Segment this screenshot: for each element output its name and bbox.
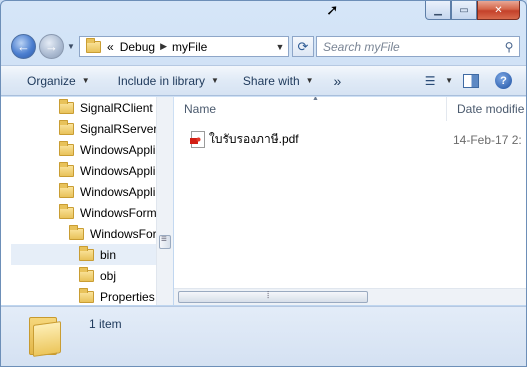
tree-item-label: WindowsAppli — [80, 184, 156, 199]
tree-item[interactable]: SignalRServer — [59, 118, 157, 139]
tree-item-label: Properties — [100, 289, 155, 304]
address-bar[interactable]: « Debug ▶ myFile ▼ — [79, 36, 289, 57]
refresh-icon[interactable]: ⟳ — [292, 36, 314, 57]
column-header-date[interactable]: Date modifie — [447, 97, 526, 121]
address-overflow[interactable]: « — [107, 40, 114, 54]
folder-icon — [59, 98, 74, 114]
file-name: ใบรับรองภาษี.pdf — [209, 131, 299, 146]
folder-icon — [59, 140, 74, 156]
preview-pane-icon[interactable] — [463, 73, 479, 88]
address-dropdown-icon[interactable]: ▼ — [272, 42, 288, 52]
tree-item-label: bin — [100, 247, 117, 262]
more-commands-label: » — [333, 72, 342, 89]
file-date-modified: 14-Feb-17 2: — [453, 133, 522, 147]
maximize-button[interactable]: ▭ — [451, 1, 477, 20]
tree-item[interactable]: obj — [79, 265, 116, 286]
column-header-date-label: Date modifie — [457, 102, 525, 116]
column-header-name[interactable]: ▲ Name — [174, 97, 447, 121]
column-header-name-label: Name — [184, 102, 217, 116]
more-commands-button[interactable]: » — [324, 73, 352, 89]
folder-icon — [69, 224, 84, 240]
column-header-row: ▲ Name Date modifie — [174, 97, 526, 121]
organize-label: Organize — [27, 73, 76, 88]
folder-icon — [79, 266, 94, 282]
help-icon[interactable]: ? — [495, 72, 512, 89]
forward-arrow-icon[interactable]: → — [39, 34, 64, 59]
list-item[interactable]: ใบรับรองภาษี.pdf — [190, 129, 299, 149]
minimize-button[interactable]: ▁ — [425, 1, 451, 20]
include-in-library-button[interactable]: Include in library ▼ — [108, 74, 229, 88]
file-list: ▲ Name Date modifie ใบรับรองภาษี.pdf 14-… — [174, 97, 526, 305]
tree-item-selected[interactable]: bin — [11, 244, 156, 265]
chevron-down-icon: ▼ — [305, 76, 314, 85]
folder-icon — [79, 287, 94, 303]
tree-item[interactable]: Properties — [79, 286, 155, 305]
tree-item[interactable]: WindowsAppli — [59, 160, 155, 181]
navigation-pane: SignalRClient SignalRServer WindowsAppli… — [1, 97, 173, 305]
folder-icon — [86, 37, 101, 53]
view-controls: ☰ ▼ ? — [415, 66, 526, 95]
breadcrumb-separator-icon[interactable]: ▶ — [160, 41, 167, 52]
recent-pages-dropdown[interactable]: ▼ — [67, 42, 75, 51]
item-count: 1 item — [89, 317, 122, 331]
explorer-window: ➚ ▁ ▭ ✕ ← → ▼ « Debug ▶ myFile ▼ ⟳ Searc… — [0, 0, 527, 367]
tree-item-label: SignalRServer — [80, 121, 158, 136]
mouse-cursor-icon: ➚ — [326, 2, 339, 19]
chevron-down-icon: ▼ — [81, 76, 90, 85]
details-pane: 1 item — [1, 306, 526, 366]
search-input[interactable]: Search myFile ⚲ — [316, 36, 520, 57]
share-with-label: Share with — [242, 73, 300, 88]
caption-buttons: ▁ ▭ ✕ — [425, 1, 520, 20]
include-in-library-label: Include in library — [117, 73, 205, 88]
chevron-down-icon: ▼ — [211, 76, 219, 85]
command-bar: Organize ▼ Include in library ▼ Share wi… — [1, 65, 526, 96]
tree-item-label: WindowsAppli — [80, 163, 156, 178]
change-view-icon[interactable]: ☰ — [415, 74, 445, 88]
search-icon[interactable]: ⚲ — [499, 40, 519, 54]
file-list-horizontal-scrollbar[interactable] — [174, 288, 526, 305]
tree-item[interactable]: WindowsAppli — [59, 139, 155, 160]
tree-item-label: obj — [100, 268, 117, 283]
tree-item[interactable]: SignalRClient — [59, 97, 153, 118]
breadcrumb-debug[interactable]: Debug — [120, 40, 155, 54]
organize-button[interactable]: Organize ▼ — [17, 74, 100, 88]
close-button[interactable]: ✕ — [477, 1, 520, 20]
scrollbar-thumb[interactable] — [159, 234, 171, 249]
tree-item[interactable]: WindowsForm — [59, 202, 157, 223]
tree-item[interactable]: WindowsFor — [69, 223, 157, 244]
tree-item-label: SignalRClient — [80, 100, 153, 115]
folder-icon — [59, 119, 74, 135]
folder-icon — [29, 315, 61, 357]
tree-item-label: WindowsFor — [90, 226, 157, 241]
breadcrumb-myfile[interactable]: myFile — [172, 40, 207, 54]
view-options-dropdown-icon[interactable]: ▼ — [445, 76, 453, 85]
back-arrow-icon[interactable]: ← — [11, 34, 36, 59]
sort-ascending-icon: ▲ — [312, 97, 319, 102]
navigation-pane-scrollbar[interactable] — [156, 97, 173, 305]
scrollbar-thumb[interactable] — [178, 290, 368, 303]
folder-icon — [59, 182, 74, 198]
folder-icon — [59, 203, 74, 219]
folder-icon — [59, 161, 74, 177]
tree-item-label: WindowsForm — [80, 205, 157, 220]
share-with-button[interactable]: Share with ▼ — [233, 74, 324, 88]
folder-icon — [79, 245, 94, 261]
search-placeholder: Search myFile — [323, 39, 400, 54]
navigation-bar: ← → ▼ « Debug ▶ myFile ▼ ⟳ Search myFile… — [9, 34, 520, 60]
tree-item[interactable]: WindowsAppli — [59, 181, 155, 202]
pdf-file-icon — [190, 130, 205, 148]
tree-item-label: WindowsAppli — [80, 142, 156, 157]
